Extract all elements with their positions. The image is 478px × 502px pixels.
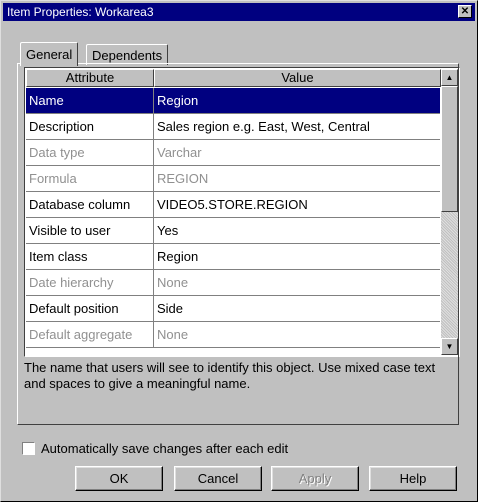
cancel-button[interactable]: Cancel [174,466,262,491]
close-icon[interactable]: ✕ [458,5,472,18]
autosave-label[interactable]: Automatically save changes after each ed… [41,441,288,456]
attribute-description: The name that users will see to identify… [24,360,436,391]
window-title: Item Properties: Workarea3 [7,5,154,19]
tab-label: General [26,47,73,62]
title-bar[interactable]: Item Properties: Workarea3 ✕ [3,3,475,21]
help-button[interactable]: Help [369,466,457,491]
ok-button[interactable]: OK [75,466,163,491]
autosave-checkbox[interactable] [22,442,35,455]
tab-label: Dependents [92,48,163,63]
apply-button[interactable]: Apply [271,466,359,491]
tab-dependents[interactable]: Dependents [86,44,169,65]
tab-general[interactable]: General [20,42,79,66]
